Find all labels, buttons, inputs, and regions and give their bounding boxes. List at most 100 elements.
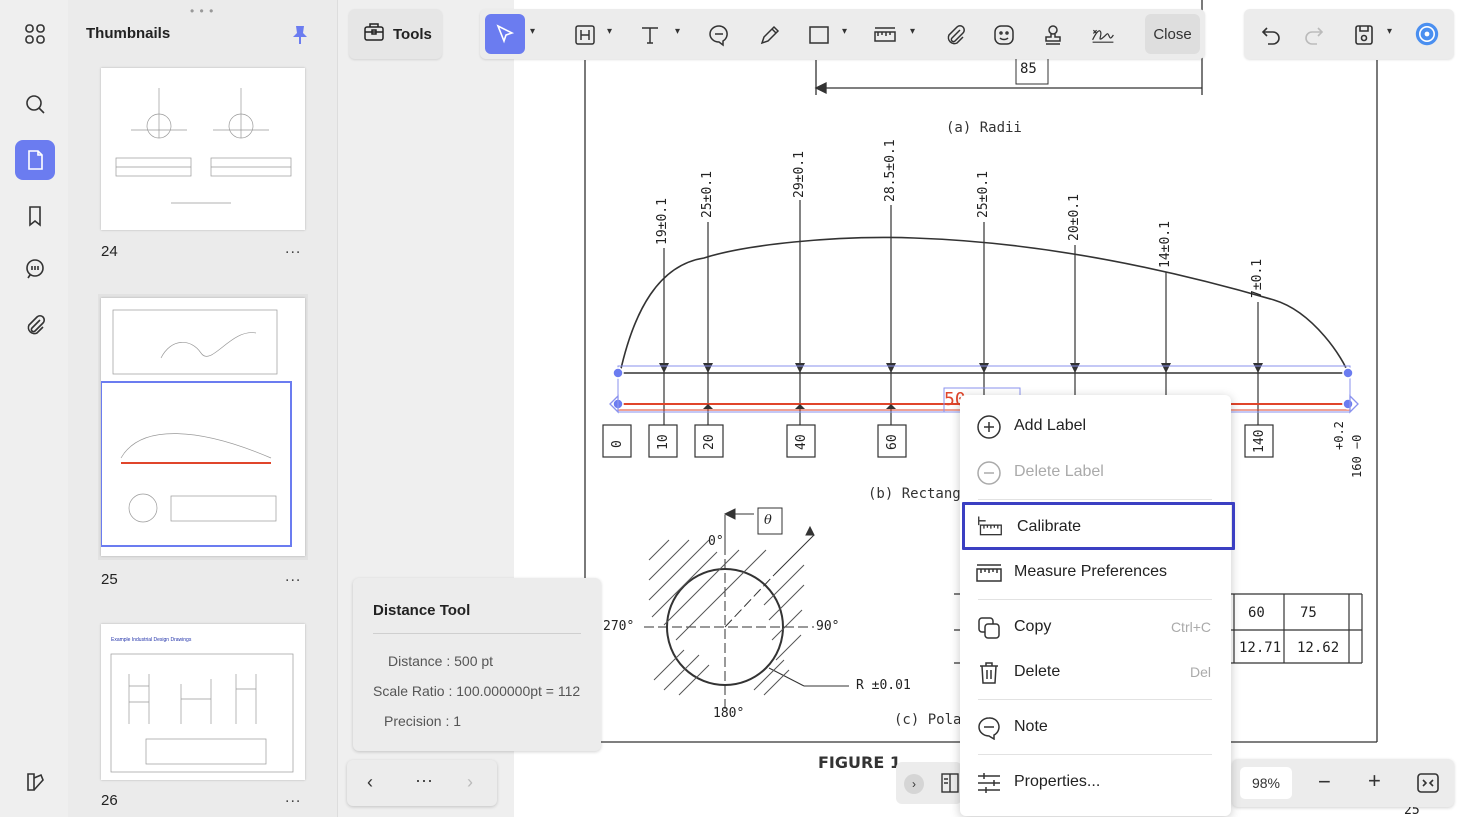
text-icon[interactable]: [635, 17, 665, 53]
right-toolbar: ▾: [1244, 9, 1454, 59]
zoom-in-button[interactable]: +: [1368, 768, 1381, 794]
toolbox-icon: [363, 21, 385, 47]
attachment-icon[interactable]: [940, 17, 970, 53]
drag-handle[interactable]: • • •: [190, 4, 214, 18]
undo-icon[interactable]: [1256, 17, 1286, 53]
divider: [373, 633, 581, 634]
pencil-icon[interactable]: [755, 17, 785, 53]
theme-icon[interactable]: [15, 762, 55, 802]
angle-0-label: 0°: [708, 534, 724, 549]
add-label-menu-item[interactable]: Add Label: [960, 405, 1231, 449]
height-label: 7±0.1: [1250, 258, 1265, 298]
search-icon[interactable]: [15, 84, 55, 124]
comment-icon[interactable]: [15, 249, 55, 289]
thumbnails-panel: • • • Thumbnails 24 ... 25 ... Example I…: [68, 0, 338, 817]
precision-value: Precision : 1: [384, 713, 462, 729]
ruler-icon: [976, 564, 1002, 582]
signature-icon[interactable]: [1085, 17, 1121, 53]
distance-value: Distance : 500 pt: [388, 653, 494, 669]
tools-button[interactable]: Tools: [349, 9, 442, 59]
attachment-icon[interactable]: [15, 305, 55, 345]
thumbnail-page-25[interactable]: [101, 298, 305, 556]
scale-ratio-value: Scale Ratio : 100.000000pt = 112: [373, 683, 581, 699]
next-page-button[interactable]: ›: [467, 772, 473, 793]
left-rail: [0, 0, 68, 817]
thumbnails-title: Thumbnails: [86, 25, 171, 42]
chevron-down-icon[interactable]: ▾: [530, 26, 535, 37]
rectangle-icon[interactable]: [804, 17, 834, 53]
close-button[interactable]: Close: [1145, 14, 1200, 54]
note-menu-item[interactable]: Note: [960, 706, 1231, 750]
thumbnail-page-26[interactable]: Example Industrial Design Drawings: [101, 624, 305, 780]
measure-icon[interactable]: [870, 17, 900, 53]
height-label: 20±0.1: [1067, 194, 1082, 241]
copy-shortcut: Ctrl+C: [1170, 619, 1211, 635]
page-layout-icon[interactable]: [940, 772, 960, 794]
pin-icon[interactable]: [290, 24, 310, 51]
calibrate-menu-item[interactable]: Calibrate: [962, 502, 1235, 550]
height-label: 28.5±0.1: [883, 139, 898, 202]
delete-shortcut: Del: [1189, 664, 1211, 680]
height-label: 25±0.1: [700, 171, 715, 218]
divider: [978, 754, 1212, 755]
position-label: 10: [656, 434, 671, 450]
properties-menu-item[interactable]: Properties...: [960, 761, 1231, 805]
add-circle-icon: [977, 415, 1001, 439]
measure-preferences-menu-item[interactable]: Measure Preferences: [960, 551, 1231, 595]
context-menu: Add Label Delete Label Calibrate Measure…: [960, 395, 1235, 816]
thumbnail-page-24[interactable]: [101, 68, 305, 230]
cursor-icon: [496, 24, 515, 44]
chevron-down-icon[interactable]: ▾: [910, 26, 915, 37]
dimension-85: 85: [1020, 61, 1037, 77]
page-nav-panel: ‹ ··· ›: [347, 760, 497, 806]
chevron-down-icon[interactable]: ▾: [675, 26, 680, 37]
sticker-icon[interactable]: [989, 17, 1019, 53]
prev-page-button[interactable]: ‹: [367, 772, 373, 793]
thumbnail-page-number: 25: [101, 571, 118, 588]
copy-menu-item[interactable]: Copy Ctrl+C: [960, 606, 1231, 650]
annotation-toolbar: ▾ ▾ ▾ ▾ ▾ Close: [480, 9, 1205, 59]
ai-assistant-icon[interactable]: [1410, 16, 1444, 52]
remove-circle-icon: [977, 461, 1001, 485]
table-cell: 75: [1300, 605, 1317, 621]
thumbnail-page-number: 24: [101, 243, 118, 260]
highlight-icon[interactable]: [570, 17, 600, 53]
view-mode-bar: ›: [896, 762, 962, 804]
radius-tolerance: R ±0.01: [856, 678, 911, 693]
angle-90-label: 90°: [816, 619, 840, 634]
save-icon[interactable]: [1349, 17, 1379, 53]
position-label: 20: [702, 434, 717, 450]
theta-label: θ: [764, 513, 772, 528]
tools-label: Tools: [393, 25, 432, 43]
sliders-icon: [978, 773, 1000, 793]
redo-icon[interactable]: [1299, 17, 1329, 53]
grid-icon[interactable]: [15, 14, 55, 54]
thumbnail-more-button[interactable]: ...: [285, 568, 301, 586]
stamp-icon[interactable]: [1038, 17, 1068, 53]
angle-180-label: 180°: [713, 706, 745, 721]
position-label: 60: [885, 434, 900, 450]
fit-page-icon[interactable]: [1416, 771, 1440, 795]
zoom-level[interactable]: 98%: [1240, 767, 1292, 799]
divider: [978, 599, 1212, 600]
chevron-down-icon[interactable]: ▾: [607, 26, 612, 37]
more-button[interactable]: ···: [415, 770, 433, 791]
copy-icon: [978, 617, 1000, 639]
comment-icon[interactable]: [704, 17, 734, 53]
delete-menu-item[interactable]: Delete Del: [960, 651, 1231, 695]
expand-icon[interactable]: ›: [904, 774, 924, 794]
angle-270-label: 270°: [603, 619, 635, 634]
thumbnail-more-button[interactable]: ...: [285, 240, 301, 258]
chevron-down-icon[interactable]: ▾: [1387, 26, 1392, 37]
divider: [978, 699, 1212, 700]
delete-label-menu-item[interactable]: Delete Label: [960, 451, 1231, 495]
length-label: 160 −0: [1350, 434, 1364, 478]
thumbnail-more-button[interactable]: ...: [285, 789, 301, 807]
position-label: 140: [1252, 429, 1267, 453]
chevron-down-icon[interactable]: ▾: [842, 26, 847, 37]
zoom-out-button[interactable]: −: [1318, 769, 1331, 795]
position-label: 0: [610, 440, 625, 448]
select-tool-button[interactable]: [485, 14, 525, 54]
pages-icon[interactable]: [15, 140, 55, 180]
bookmark-icon[interactable]: [15, 196, 55, 236]
